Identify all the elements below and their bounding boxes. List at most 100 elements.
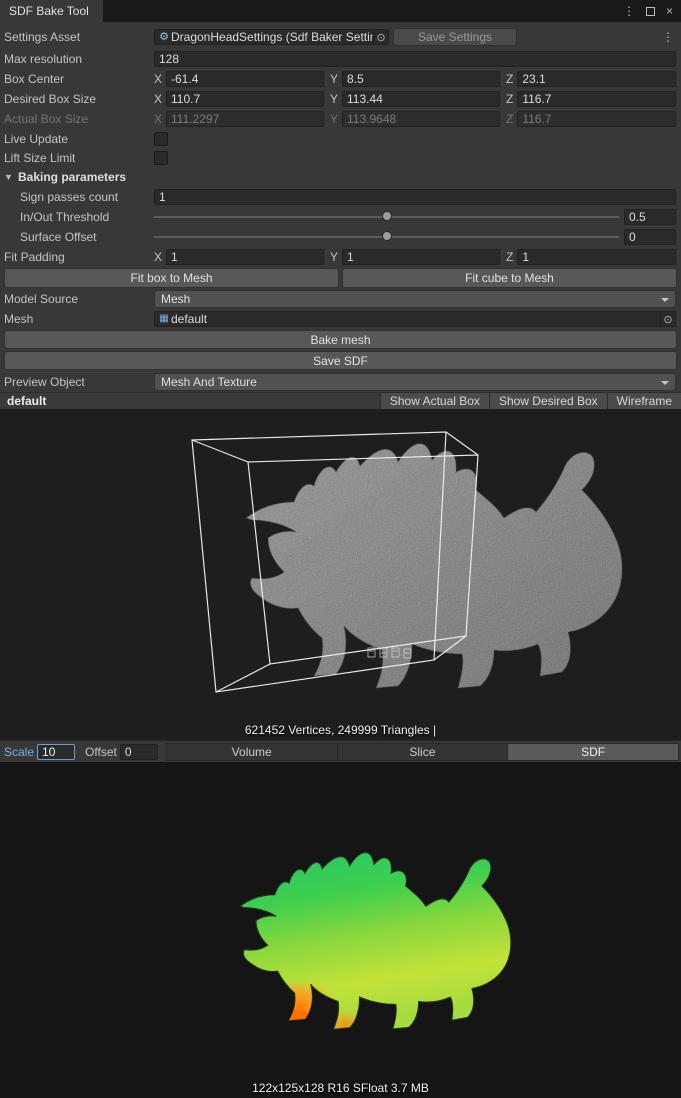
preview-object-dropdown[interactable]: Mesh And Texture (154, 373, 676, 391)
save-sdf-button[interactable]: Save SDF (4, 351, 677, 370)
slider-knob[interactable] (382, 211, 392, 221)
lift-size-limit-label: Lift Size Limit (4, 151, 154, 165)
sdf-control-bar: Scale Offset Volume Slice SDF (0, 740, 681, 762)
box-center-row: Box Center X Y Z (0, 69, 681, 89)
baking-parameters-foldout[interactable]: ▼ Baking parameters (0, 167, 681, 187)
desired-box-size-y-input[interactable] (342, 91, 500, 107)
settings-asset-label: Settings Asset (4, 30, 154, 44)
preview-object-label: Preview Object (4, 375, 154, 389)
sdf-preview-viewport[interactable]: 122x125x128 R16 SFloat 3.7 MB (0, 762, 681, 1098)
tab-sdf[interactable]: SDF (508, 743, 679, 761)
foldout-arrow-icon[interactable]: ▼ (4, 172, 18, 182)
fit-padding-z-input[interactable] (517, 249, 676, 265)
sdf-stats: 122x125x128 R16 SFloat 3.7 MB (0, 1081, 681, 1095)
mesh-preview-canvas[interactable] (0, 410, 681, 740)
object-picker-icon[interactable]: ⊙ (660, 313, 675, 326)
fit-padding-row: Fit Padding X Y Z (0, 247, 681, 267)
mesh-label: Mesh (4, 312, 154, 326)
axis-y-label: Y (330, 112, 338, 126)
bake-mesh-row: Bake mesh (0, 329, 681, 350)
mesh-preview-viewport[interactable]: 621452 Vertices, 249999 Triangles | (0, 410, 681, 740)
box-center-z-input[interactable] (517, 71, 676, 87)
settings-asset-field[interactable]: ⚙ DragonHeadSettings (Sdf Baker Settin ⊙ (154, 29, 389, 45)
sdf-bake-tool-window: SDF Bake Tool ⋮ × Settings Asset ⚙ Drago… (0, 0, 681, 1098)
live-update-checkbox[interactable] (154, 132, 168, 146)
bake-mesh-button[interactable]: Bake mesh (4, 330, 677, 349)
fit-padding-x-input[interactable] (166, 249, 324, 265)
chevron-down-icon (661, 381, 669, 385)
axis-z-label: Z (506, 72, 513, 86)
actual-box-size-x-value (166, 111, 324, 127)
settings-asset-value: DragonHeadSettings (Sdf Baker Settin (171, 30, 373, 44)
slider-knob[interactable] (382, 231, 392, 241)
wireframe-button[interactable]: Wireframe (607, 393, 681, 409)
actual-box-size-label: Actual Box Size (4, 112, 154, 126)
window-tab[interactable]: SDF Bake Tool (0, 0, 103, 22)
sdf-dragon (240, 853, 511, 1039)
pane-menu-icon[interactable]: ⋮ (660, 30, 676, 44)
axis-z-label: Z (506, 250, 513, 264)
inspector-panel: Settings Asset ⚙ DragonHeadSettings (Sdf… (0, 22, 681, 392)
fit-cube-to-mesh-button[interactable]: Fit cube to Mesh (342, 268, 677, 288)
chevron-down-icon (661, 298, 669, 302)
mesh-object-field[interactable]: ▦ default ⊙ (154, 311, 676, 327)
close-icon[interactable]: × (666, 5, 673, 17)
in-out-threshold-row: In/Out Threshold (0, 207, 681, 227)
max-resolution-label: Max resolution (4, 52, 154, 66)
preview-toolbar: default Show Actual Box Show Desired Box… (0, 392, 681, 410)
maximize-icon[interactable] (646, 7, 655, 16)
axis-x-label: X (154, 250, 162, 264)
box-center-y-input[interactable] (342, 71, 500, 87)
lift-size-limit-row: Lift Size Limit (0, 148, 681, 167)
preview-toolbar-buttons: Show Actual Box Show Desired Box Wirefra… (380, 393, 681, 409)
scale-input[interactable] (37, 744, 75, 760)
desired-box-size-row: Desired Box Size X Y Z (0, 89, 681, 109)
tab-volume[interactable]: Volume (166, 743, 338, 761)
axis-x-label: X (154, 92, 162, 106)
fit-box-to-mesh-button[interactable]: Fit box to Mesh (4, 268, 339, 288)
settings-asset-row: Settings Asset ⚙ DragonHeadSettings (Sdf… (0, 25, 681, 49)
offset-input[interactable] (120, 744, 158, 760)
actual-box-size-y-value (342, 111, 500, 127)
mesh-icon: ▦ (157, 314, 171, 324)
window-tab-label: SDF Bake Tool (9, 4, 89, 18)
in-out-threshold-input[interactable] (624, 209, 676, 225)
scale-label: Scale (4, 745, 34, 759)
save-settings-button[interactable]: Save Settings (393, 28, 517, 46)
object-picker-icon[interactable]: ⊙ (373, 31, 388, 44)
surface-offset-input[interactable] (624, 229, 676, 245)
sign-passes-count-input[interactable] (154, 189, 676, 205)
sign-passes-count-row: Sign passes count (0, 187, 681, 207)
save-sdf-row: Save SDF (0, 350, 681, 371)
model-source-label: Model Source (4, 292, 154, 306)
model-source-value: Mesh (161, 292, 190, 306)
window-menu-icon[interactable]: ⋮ (623, 5, 635, 17)
sdf-view-tabs: Volume Slice SDF (166, 743, 679, 761)
show-desired-box-button[interactable]: Show Desired Box (489, 393, 607, 409)
max-resolution-input[interactable] (154, 51, 676, 67)
settings-asset-icon: ⚙ (157, 32, 171, 43)
axis-z-label: Z (506, 112, 513, 126)
show-actual-box-button[interactable]: Show Actual Box (380, 393, 489, 409)
baking-parameters-label: Baking parameters (18, 170, 126, 184)
live-update-row: Live Update (0, 129, 681, 148)
preview-object-name: default (0, 393, 46, 409)
fit-buttons-row: Fit box to Mesh Fit cube to Mesh (0, 267, 681, 289)
axis-x-label: X (154, 72, 162, 86)
surface-offset-slider[interactable] (154, 229, 619, 245)
box-center-x-input[interactable] (166, 71, 324, 87)
titlebar: SDF Bake Tool ⋮ × (0, 0, 681, 22)
actual-box-size-z-value (517, 111, 676, 127)
model-source-dropdown[interactable]: Mesh (154, 290, 676, 308)
desired-box-size-z-input[interactable] (517, 91, 676, 107)
tab-slice[interactable]: Slice (338, 743, 509, 761)
lift-size-limit-checkbox[interactable] (154, 151, 168, 165)
sign-passes-count-label: Sign passes count (4, 190, 154, 204)
sdf-preview-canvas[interactable] (0, 762, 681, 1098)
box-center-label: Box Center (4, 72, 154, 86)
preview-object-value: Mesh And Texture (161, 375, 257, 389)
desired-box-size-x-input[interactable] (166, 91, 324, 107)
surface-offset-label: Surface Offset (4, 230, 154, 244)
fit-padding-y-input[interactable] (342, 249, 500, 265)
in-out-threshold-slider[interactable] (154, 209, 619, 225)
